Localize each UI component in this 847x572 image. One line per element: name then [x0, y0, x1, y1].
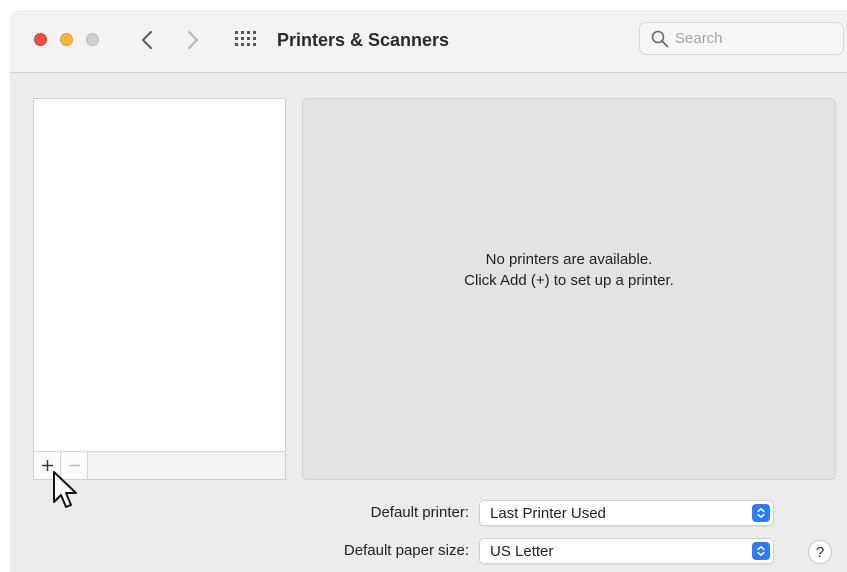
forward-button[interactable]	[182, 28, 204, 52]
arrow-pointer-icon	[53, 471, 77, 508]
minimize-window-button[interactable]	[60, 33, 73, 46]
default-paper-size-label: Default paper size:	[343, 542, 469, 559]
help-button[interactable]: ?	[808, 540, 832, 564]
window-title: Printers & Scanners	[277, 30, 450, 50]
grid-icon	[235, 31, 256, 46]
printer-list[interactable]	[33, 98, 286, 480]
default-printer-value: Last Printer Used	[490, 505, 606, 522]
default-paper-size-value: US Letter	[490, 543, 554, 560]
chevron-left-icon	[142, 31, 152, 49]
show-all-button[interactable]	[234, 30, 256, 50]
empty-state-line-2: Click Add (+) to set up a printer.	[464, 272, 674, 289]
stepper-icon	[752, 542, 770, 560]
printers-scanners-window: Printers & Scanners Search No printers a…	[10, 10, 847, 572]
default-paper-size-popup[interactable]: US Letter	[479, 538, 774, 564]
zoom-window-button[interactable]	[86, 33, 99, 46]
empty-state-message: No printers are available. Click Add (+)…	[303, 249, 835, 291]
title-bar: Printers & Scanners	[10, 10, 847, 73]
close-window-button[interactable]	[34, 33, 47, 46]
default-printer-popup[interactable]: Last Printer Used	[479, 500, 774, 526]
printer-detail-panel: No printers are available. Click Add (+)…	[302, 98, 836, 480]
empty-state-line-1: No printers are available.	[485, 251, 653, 268]
help-label: ?	[815, 543, 825, 561]
chevron-right-icon	[188, 31, 198, 49]
back-button[interactable]	[136, 28, 158, 52]
search-input[interactable]	[675, 30, 825, 47]
default-printer-label: Default printer:	[370, 504, 469, 521]
stepper-icon	[752, 504, 770, 522]
search-field[interactable]	[639, 22, 844, 55]
toolbar-spacer	[88, 452, 285, 479]
search-icon	[651, 30, 669, 47]
